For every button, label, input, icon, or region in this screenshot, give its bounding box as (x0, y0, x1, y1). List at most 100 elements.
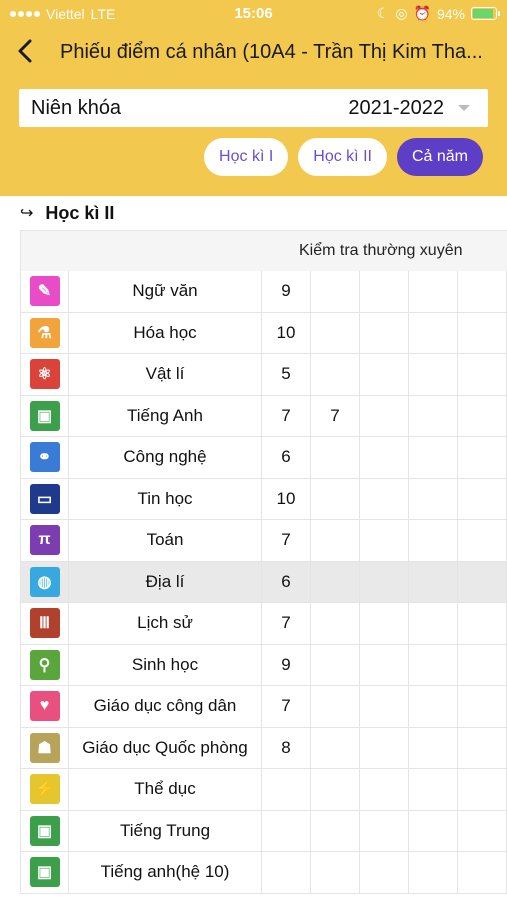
score-cell (409, 852, 458, 893)
score-cell (458, 437, 507, 478)
flask-icon: ⚗ (29, 317, 60, 348)
tab-full-year[interactable]: Cả năm (396, 138, 483, 176)
score-cell (360, 478, 409, 519)
score-cell: 10 (262, 312, 311, 353)
monitor-icon: ▭ (29, 483, 60, 514)
score-cell (458, 271, 507, 312)
score-cell (409, 437, 458, 478)
table-row[interactable]: ⚲ Sinh học 9 (20, 644, 507, 686)
microscope-icon: ⚲ (29, 649, 60, 680)
score-cell (360, 520, 409, 561)
atom-icon: ⚛ (29, 359, 60, 390)
subject-name: Vật lí (69, 354, 262, 395)
tab-semester-1[interactable]: Học kì I (204, 138, 289, 176)
arrow-return-icon: ↪ (20, 205, 34, 222)
table-row[interactable]: ⚛ Vật lí 5 (20, 354, 507, 396)
table-row[interactable]: ◍ Địa lí 6 (20, 561, 507, 603)
score-cell (458, 727, 507, 768)
table-row[interactable]: ▣ Tiếng anh(hệ 10) (20, 852, 507, 894)
score-cell (360, 644, 409, 685)
subject-name: Sinh học (69, 644, 262, 685)
score-cell (360, 852, 409, 893)
pen-paper-icon: ✎ (29, 276, 60, 307)
subject-icon-cell: ▭ (21, 478, 70, 519)
semester-tabs: Học kì I Học kì II Cả năm (204, 138, 483, 176)
score-cell (458, 686, 507, 727)
section-title: Học kì II (45, 202, 115, 223)
score-cell (360, 769, 409, 810)
score-cell (360, 603, 409, 644)
subject-icon-cell: ⚛ (21, 354, 70, 395)
score-cell: 7 (311, 395, 360, 436)
score-cell (409, 312, 458, 353)
table-row[interactable]: ▣ Tiếng Anh 7 7 (20, 395, 507, 437)
score-cell (458, 644, 507, 685)
table-row[interactable]: ▭ Tin học 10 (20, 478, 507, 520)
score-cell (311, 312, 360, 353)
subject-name: Tiếng Trung (69, 810, 262, 851)
subject-name: Toán (69, 520, 262, 561)
table-row[interactable]: ☗ Giáo dục Quốc phòng 8 (20, 727, 507, 769)
lock-rotation-icon: ◎ (395, 5, 408, 21)
score-cell (458, 354, 507, 395)
score-cell (360, 686, 409, 727)
score-cell (262, 810, 311, 851)
table-row[interactable]: ♥ Giáo dục công dân 7 (20, 686, 507, 728)
score-cell (360, 312, 409, 353)
book-abc-icon: ▣ (29, 857, 60, 888)
score-cell (458, 312, 507, 353)
year-value: 2021-2022 (348, 96, 444, 119)
subject-icon-cell: ⚭ (21, 437, 70, 478)
score-cell (311, 603, 360, 644)
subject-name: Tiếng anh(hệ 10) (69, 852, 262, 893)
score-cell (360, 437, 409, 478)
score-cell (311, 561, 360, 602)
score-cell (311, 437, 360, 478)
year-select[interactable]: Niên khóa 2021-2022 (19, 89, 488, 127)
subject-name: Hóa học (69, 312, 262, 353)
score-cell: 5 (262, 354, 311, 395)
grades-table: Kiểm tra thường xuyên ✎ Ngữ văn 9 ⚗ Hóa học 1… (20, 230, 507, 894)
score-cell: 7 (262, 395, 311, 436)
table-row[interactable]: ✎ Ngữ văn 9 (20, 271, 507, 313)
subject-icon-cell: ✎ (21, 271, 70, 312)
chevron-down-icon (458, 105, 470, 111)
score-cell (458, 478, 507, 519)
table-row[interactable]: Ⅲ Lịch sử 7 (20, 603, 507, 645)
subject-name: Tiếng Anh (69, 395, 262, 436)
score-cell: 8 (262, 727, 311, 768)
book-abc-icon: ▣ (29, 815, 60, 846)
table-row[interactable]: ⚭ Công nghệ 6 (20, 437, 507, 479)
molecule-icon: ⚭ (29, 442, 60, 473)
score-cell (311, 852, 360, 893)
chevron-left-icon (18, 39, 32, 63)
subject-name: Giáo dục Quốc phòng (69, 727, 262, 768)
back-button[interactable] (10, 36, 40, 66)
score-cell (409, 769, 458, 810)
score-cell: 10 (262, 478, 311, 519)
score-cell: 7 (262, 603, 311, 644)
subject-icon-cell: Ⅲ (21, 603, 70, 644)
score-cell (311, 354, 360, 395)
people-heart-icon: ♥ (29, 691, 60, 722)
tab-semester-2[interactable]: Học kì II (298, 138, 387, 176)
score-cell (458, 810, 507, 851)
battery-percent: 94% (436, 5, 465, 22)
table-row[interactable]: π Toán 7 (20, 520, 507, 562)
table-row[interactable]: ⚡ Thể dục (20, 769, 507, 811)
score-cell (360, 727, 409, 768)
page-title: Phiếu điểm cá nhân (10A4 - Trần Thị Kim … (60, 41, 483, 63)
subject-icon-cell: ♥ (21, 686, 70, 727)
score-cell (458, 520, 507, 561)
score-cell (409, 810, 458, 851)
score-cell (409, 603, 458, 644)
score-cell (409, 354, 458, 395)
header: Viettel LTE 15:06 ☾ ◎ ⏰ 94% Phiếu điểm c… (0, 0, 507, 196)
score-cell (458, 603, 507, 644)
score-cell (409, 478, 458, 519)
score-cell (311, 727, 360, 768)
table-row[interactable]: ▣ Tiếng Trung (20, 810, 507, 852)
book-abc-icon: ▣ (29, 400, 60, 431)
table-row[interactable]: ⚗ Hóa học 10 (20, 312, 507, 354)
subject-icon-cell: ⚡ (21, 769, 70, 810)
